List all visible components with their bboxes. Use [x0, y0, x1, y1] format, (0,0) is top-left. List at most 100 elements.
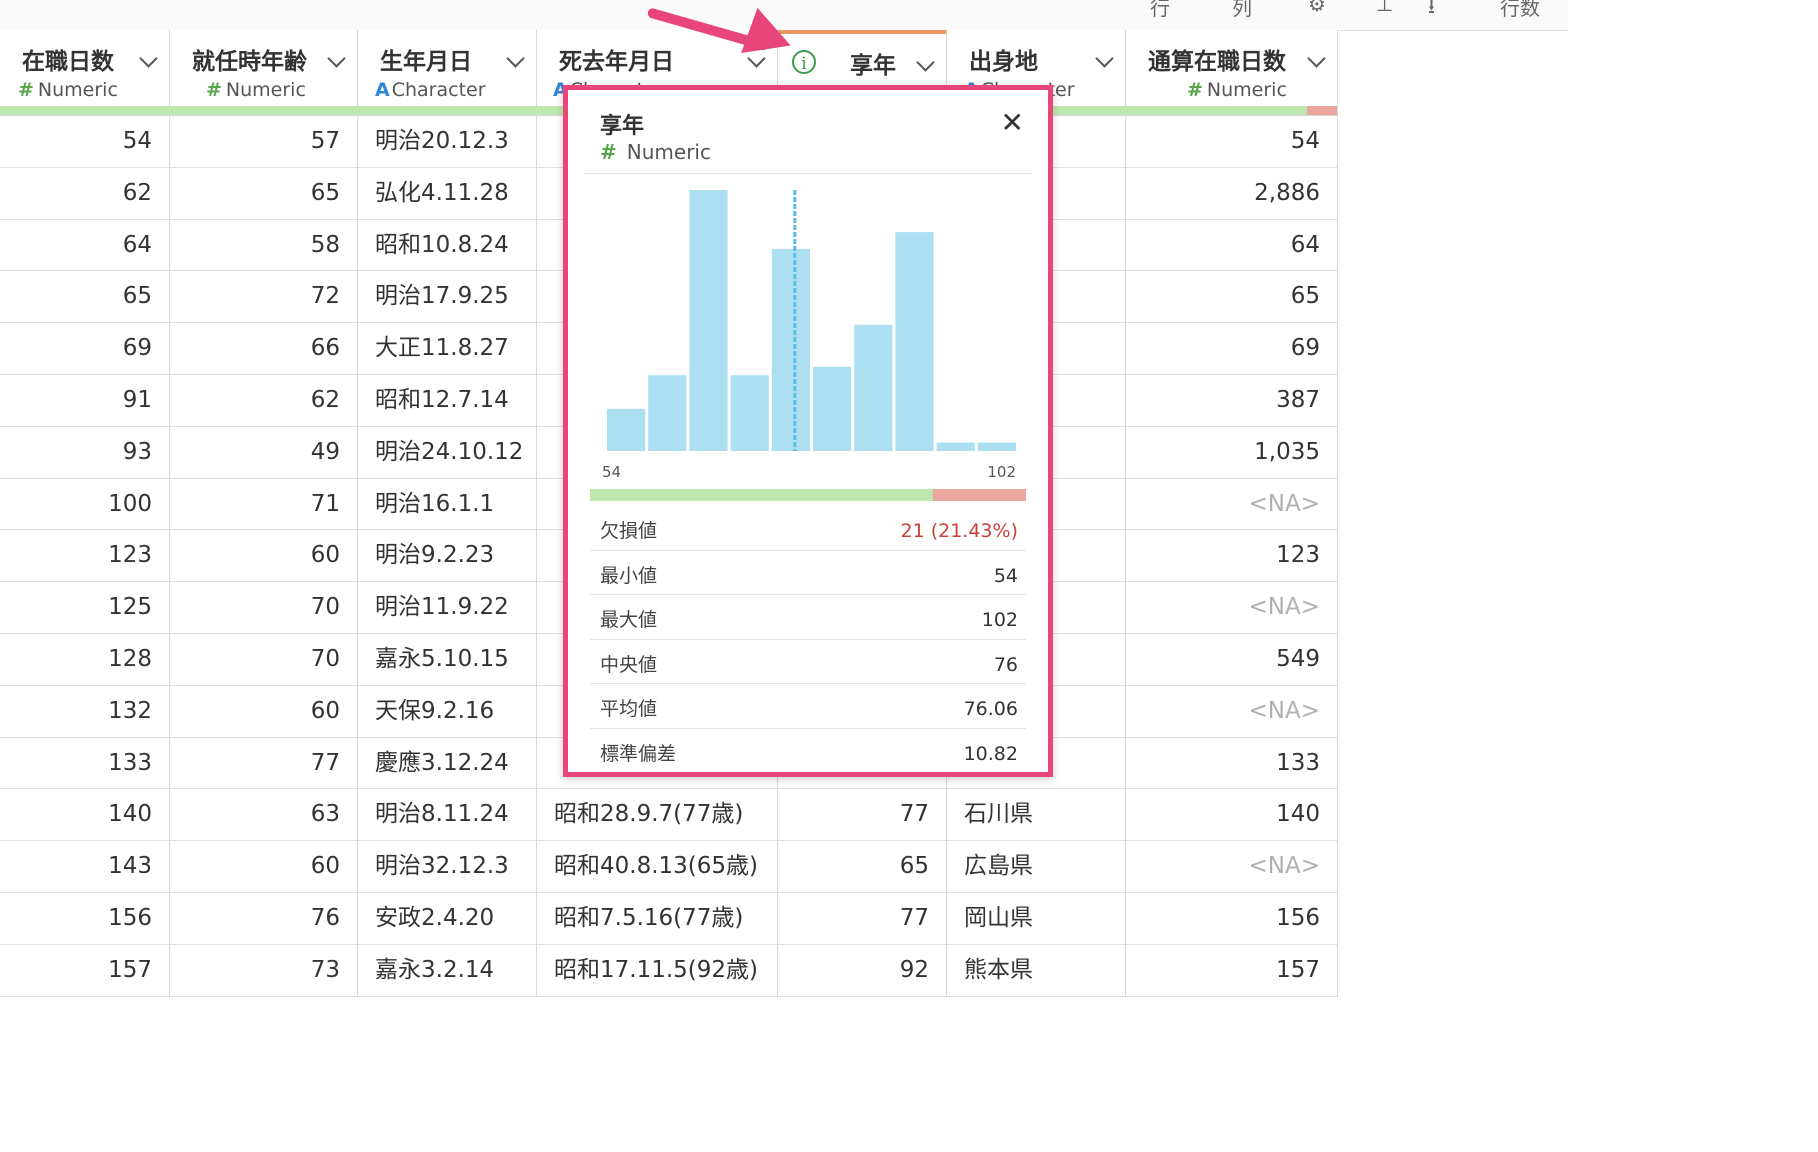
table-cell[interactable]: 57	[170, 116, 357, 168]
table-cell[interactable]: 125	[0, 582, 169, 634]
table-cell[interactable]: 嘉永5.10.15	[358, 634, 536, 686]
column-header[interactable]: 在職日数 # Numeric	[0, 30, 169, 116]
table-cell[interactable]: 明治17.9.25	[358, 271, 536, 324]
table-cell[interactable]: 昭和7.5.16(77歳)	[537, 893, 777, 945]
table-cell[interactable]: 60	[170, 530, 357, 583]
table-cell[interactable]: 昭和17.11.5(92歳)	[537, 945, 777, 997]
table-cell[interactable]: 昭和10.8.24	[358, 220, 536, 272]
table-cell[interactable]: 60	[170, 841, 357, 893]
chevron-down-icon[interactable]	[1095, 49, 1114, 68]
table-cell[interactable]: 62	[0, 168, 169, 220]
histogram-bar[interactable]	[730, 375, 769, 451]
histogram-bar[interactable]	[689, 190, 728, 451]
histogram-bar[interactable]	[648, 375, 687, 451]
table-cell[interactable]: 明治16.1.1	[358, 479, 536, 531]
table-cell[interactable]: 70	[170, 582, 357, 634]
table-cell[interactable]: 弘化4.11.28	[358, 168, 536, 220]
table-cell[interactable]: 広島県	[947, 841, 1125, 893]
table-cell[interactable]: 54	[1126, 116, 1337, 168]
table-cell[interactable]: 123	[0, 530, 169, 583]
table-cell[interactable]: <NA>	[1126, 479, 1337, 531]
table-cell[interactable]: 69	[1126, 323, 1337, 375]
upload-icon[interactable]: ⊥	[1376, 0, 1393, 16]
table-cell[interactable]: 71	[170, 479, 357, 531]
table-cell[interactable]: 62	[170, 375, 357, 427]
histogram-bar[interactable]	[977, 442, 1016, 451]
info-icon[interactable]: i	[792, 50, 816, 74]
table-cell[interactable]: 157	[0, 945, 169, 997]
table-cell[interactable]: 明治32.12.3	[358, 841, 536, 893]
table-cell[interactable]: 387	[1126, 375, 1337, 427]
table-cell[interactable]: 49	[170, 427, 357, 479]
table-cell[interactable]: 140	[1126, 789, 1337, 842]
table-cell[interactable]: 133	[1126, 738, 1337, 790]
chevron-down-icon[interactable]	[327, 49, 346, 68]
table-cell[interactable]: 60	[170, 686, 357, 738]
table-cell[interactable]: 岡山県	[947, 893, 1125, 945]
table-cell[interactable]: 慶應3.12.24	[358, 738, 536, 790]
table-cell[interactable]: 70	[170, 634, 357, 686]
table-cell[interactable]: 明治11.9.22	[358, 582, 536, 634]
table-cell[interactable]: <NA>	[1126, 582, 1337, 634]
table-cell[interactable]: 65	[1126, 271, 1337, 324]
histogram-bar[interactable]	[771, 248, 810, 451]
chevron-down-icon[interactable]	[139, 49, 158, 68]
histogram-bar[interactable]	[854, 324, 893, 451]
download-icon[interactable]: ⭳	[1428, 0, 1435, 26]
histogram-bar[interactable]	[936, 442, 975, 451]
table-cell[interactable]: 156	[1126, 893, 1337, 945]
table-cell[interactable]: 大正11.8.27	[358, 323, 536, 375]
table-cell[interactable]: 140	[0, 789, 169, 842]
table-cell[interactable]: 嘉永3.2.14	[358, 945, 536, 997]
column-header[interactable]: 就任時年齢 # Numeric	[170, 30, 357, 116]
histogram-bar[interactable]	[813, 366, 852, 451]
close-icon[interactable]: ✕	[1001, 106, 1024, 139]
table-cell[interactable]: 昭和28.9.7(77歳)	[537, 789, 777, 842]
table-cell[interactable]: 157	[1126, 945, 1337, 997]
table-cell[interactable]: 66	[170, 323, 357, 375]
table-cell[interactable]: 65	[170, 168, 357, 220]
table-cell[interactable]: 熊本県	[947, 945, 1125, 997]
table-cell[interactable]: 91	[0, 375, 169, 427]
table-cell[interactable]: 2,886	[1126, 168, 1337, 220]
table-cell[interactable]: 100	[0, 479, 169, 531]
table-cell[interactable]: 64	[0, 220, 169, 272]
toolbar-column-button[interactable]: 列	[1232, 0, 1252, 21]
table-cell[interactable]: 123	[1126, 530, 1337, 583]
chevron-down-icon[interactable]	[916, 53, 935, 72]
chevron-down-icon[interactable]	[1307, 49, 1326, 68]
table-cell[interactable]: 64	[1126, 220, 1337, 272]
table-cell[interactable]: 石川県	[947, 789, 1125, 842]
table-cell[interactable]: 77	[778, 893, 946, 945]
table-cell[interactable]: 昭和12.7.14	[358, 375, 536, 427]
table-cell[interactable]: 128	[0, 634, 169, 686]
table-cell[interactable]: 天保9.2.16	[358, 686, 536, 738]
table-cell[interactable]: 54	[0, 116, 169, 168]
table-cell[interactable]: 明治9.2.23	[358, 530, 536, 583]
table-cell[interactable]: 143	[0, 841, 169, 893]
table-cell[interactable]: 73	[170, 945, 357, 997]
toolbar-row-button[interactable]: 行	[1150, 0, 1170, 21]
table-cell[interactable]: 76	[170, 893, 357, 945]
table-cell[interactable]: <NA>	[1126, 841, 1337, 893]
column-header[interactable]: 生年月日 A Character	[358, 30, 536, 116]
histogram-bar[interactable]	[895, 232, 934, 451]
settings-icon[interactable]: ⚙	[1308, 0, 1326, 16]
table-cell[interactable]: 明治24.10.12	[358, 427, 536, 479]
table-cell[interactable]: 1,035	[1126, 427, 1337, 479]
table-cell[interactable]: 明治8.11.24	[358, 789, 536, 842]
table-cell[interactable]: 69	[0, 323, 169, 375]
table-cell[interactable]: 93	[0, 427, 169, 479]
table-cell[interactable]: 安政2.4.20	[358, 893, 536, 945]
table-cell[interactable]: 132	[0, 686, 169, 738]
row-count-button[interactable]: 行数	[1500, 0, 1540, 21]
table-cell[interactable]: 65	[0, 271, 169, 324]
table-cell[interactable]: 77	[170, 738, 357, 790]
table-cell[interactable]: 65	[778, 841, 946, 893]
table-cell[interactable]: 58	[170, 220, 357, 272]
table-cell[interactable]: 63	[170, 789, 357, 842]
table-cell[interactable]: 明治20.12.3	[358, 116, 536, 168]
table-cell[interactable]: 133	[0, 738, 169, 790]
table-cell[interactable]: 72	[170, 271, 357, 324]
table-cell[interactable]: 549	[1126, 634, 1337, 686]
